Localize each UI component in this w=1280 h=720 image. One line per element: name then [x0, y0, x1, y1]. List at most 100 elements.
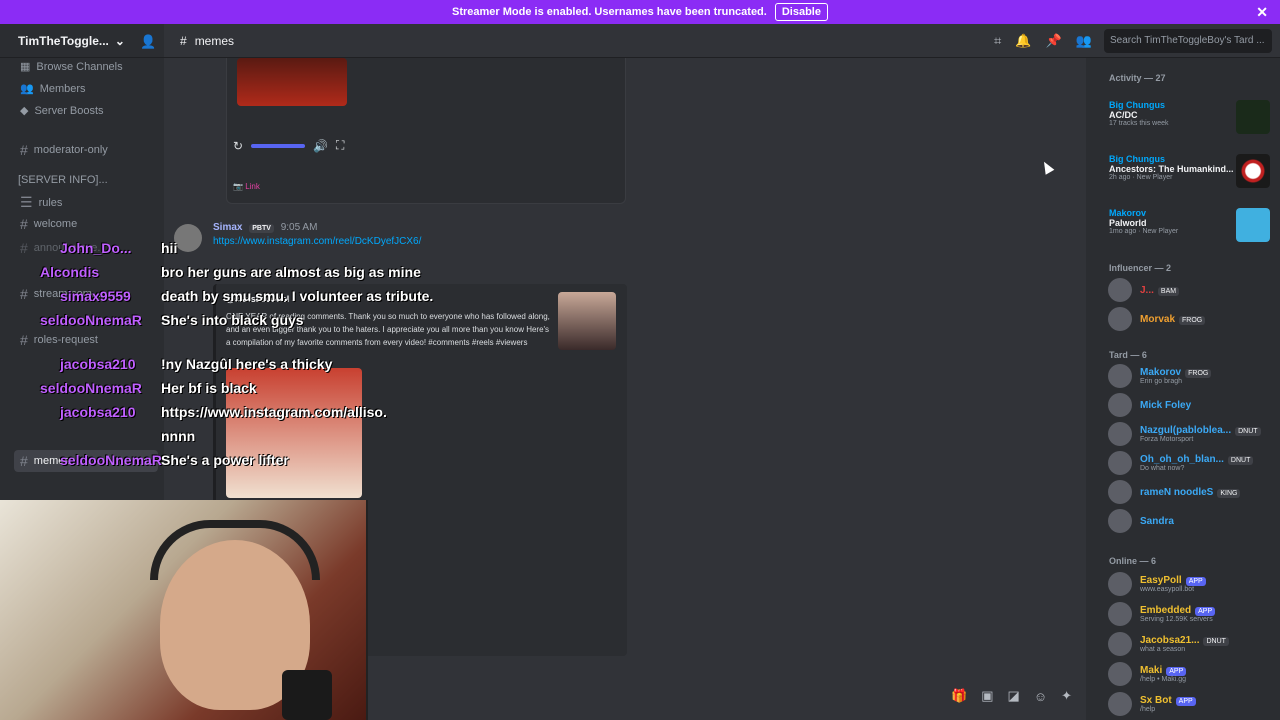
hash-icon: # — [20, 216, 28, 232]
gift-icon[interactable]: 🎁 — [951, 688, 967, 704]
sticker-icon[interactable]: ◪ — [1008, 688, 1020, 704]
member-item[interactable]: Oh_oh_oh_blan...DNUTDo what now? — [1108, 451, 1253, 475]
member-item[interactable]: J...BAM — [1108, 278, 1179, 302]
overlay-message: death by smu smu. I volunteer as tribute… — [161, 288, 433, 304]
overlay-username: Alcondis — [40, 264, 99, 280]
sidebar-item-boosts[interactable]: ◆Server Boosts — [20, 104, 104, 117]
avatar — [1108, 307, 1132, 331]
member-tag: APP — [1176, 697, 1196, 706]
channel-roles-request[interactable]: #roles-request — [20, 332, 98, 348]
page-title: memes — [195, 34, 234, 48]
message-author[interactable]: Simax PBTV 9:05 AM — [213, 222, 317, 233]
server-header[interactable]: TimTheToggle... ⌄ 👤 — [0, 24, 164, 58]
threads-icon[interactable]: ⌗ — [994, 33, 1001, 49]
rules-icon: ☰ — [20, 194, 33, 211]
influencer-header: Influencer — 2 — [1109, 263, 1171, 273]
emoji-icon[interactable]: ☺ — [1034, 689, 1047, 704]
channel-label: welcome — [34, 218, 77, 230]
channel-welcome[interactable]: # welcome — [20, 216, 77, 232]
gif-icon[interactable]: ▣ — [981, 688, 993, 704]
instagram-link[interactable]: 📷 Link — [233, 182, 260, 191]
volume-icon[interactable]: 🔊 — [313, 139, 328, 153]
member-tag: KING — [1217, 489, 1240, 498]
hash-icon: # — [180, 34, 187, 48]
member-tag: APP — [1195, 607, 1215, 616]
header-icons: ⌗ 🔔 📌 👥 — [994, 33, 1092, 49]
search-input[interactable]: Search TimTheToggleBoy's Tard ... — [1104, 29, 1272, 53]
activity-item[interactable]: Big ChungusAncestors: The Humankind...2h… — [1109, 154, 1234, 181]
member-item[interactable]: Sx Bot APP/help — [1108, 692, 1196, 716]
overlay-username: jacobsa210 — [60, 356, 136, 372]
streamer-mode-banner: Streamer Mode is enabled. Usernames have… — [0, 0, 1280, 24]
avatar[interactable] — [174, 224, 202, 252]
member-item[interactable]: MakorovFROGErin go bragh — [1108, 364, 1211, 388]
apps-icon[interactable]: ✦ — [1061, 688, 1072, 704]
hash-icon: # — [20, 453, 28, 469]
disable-button[interactable]: Disable — [775, 3, 828, 21]
member-item[interactable]: MakiAPP/help • Maki.gg — [1108, 662, 1186, 686]
replay-icon[interactable]: ↻ — [233, 139, 243, 153]
member-name: Sx Bot — [1140, 695, 1172, 706]
avatar — [1108, 509, 1132, 533]
members-icon[interactable]: 👥 — [1076, 33, 1092, 49]
activity-image — [1236, 100, 1270, 134]
member-item[interactable]: MorvakFROG — [1108, 307, 1205, 331]
activity-item[interactable]: Big ChungusAC/DC17 tracks this week — [1109, 100, 1169, 127]
member-name: EasyPoll — [1140, 575, 1182, 586]
boost-icon: ◆ — [20, 104, 28, 117]
member-tag: DNUT — [1228, 456, 1253, 465]
member-tag: FROG — [1185, 369, 1211, 378]
video-embed: ↻ 🔊 ⛶ 📷 Link — [226, 58, 626, 204]
category-server-info[interactable]: [SERVER INFO]... — [18, 174, 108, 186]
member-tag: FROG — [1179, 316, 1205, 325]
video-thumbnail[interactable] — [237, 58, 347, 106]
activity-header: Activity — 27 — [1109, 73, 1166, 83]
channel-rules[interactable]: ☰rules — [20, 194, 62, 211]
avatar — [1108, 632, 1132, 656]
member-item[interactable]: EmbeddedAPPServing 12.59K servers — [1108, 602, 1215, 626]
member-name: Makorov — [1140, 367, 1181, 378]
pin-icon[interactable]: 📌 — [1046, 33, 1062, 49]
member-item[interactable]: Sandra — [1108, 509, 1174, 533]
headset-icon — [150, 520, 320, 580]
overlay-username: seldooNnemaR — [40, 312, 142, 328]
overlay-message: She's a power lifter — [161, 452, 289, 468]
activity-image — [1236, 154, 1270, 188]
hash-icon: # — [20, 286, 28, 302]
member-item[interactable]: rameN noodleS KING — [1108, 480, 1240, 504]
embed-thumbnail[interactable] — [558, 292, 616, 350]
member-status: /help — [1140, 706, 1196, 713]
fullscreen-icon[interactable]: ⛶ — [336, 138, 344, 153]
overlay-username: seldooNnemaR — [60, 452, 162, 468]
overlay-username: simax9559 — [60, 288, 131, 304]
activity-image — [1236, 208, 1270, 242]
avatar — [1108, 692, 1132, 716]
member-tag: APP — [1166, 667, 1186, 676]
activity-title: AC/DC — [1109, 110, 1169, 120]
member-item[interactable]: Jacobsa21...DNUTwhat a season — [1108, 632, 1229, 656]
member-name: rameN noodleS — [1140, 487, 1213, 498]
message-link[interactable]: https://www.instagram.com/reel/DcKDyefJC… — [213, 236, 421, 247]
bell-icon[interactable]: 🔔 — [1015, 33, 1031, 49]
members-icon: 👥 — [20, 82, 34, 95]
avatar — [1108, 278, 1132, 302]
member-tag: DNUT — [1235, 427, 1260, 436]
sidebar-item-members[interactable]: 👥Members — [20, 82, 86, 95]
member-name: Embedded — [1140, 605, 1191, 616]
activity-item[interactable]: MakorovPalworld1mo ago · New Player — [1109, 208, 1178, 235]
member-item[interactable]: EasyPollAPPwww.easypoll.bot — [1108, 572, 1206, 596]
channel-moderator-only[interactable]: #moderator-only — [20, 142, 108, 158]
member-item[interactable]: Nazgul(pabloblea...DNUTForza Motorsport — [1108, 422, 1261, 446]
add-member-icon[interactable]: 👤 — [140, 34, 156, 50]
close-icon[interactable]: ✕ — [1256, 4, 1268, 21]
volume-slider[interactable] — [251, 144, 305, 148]
avatar — [1108, 662, 1132, 686]
overlay-message: Her bf is black — [161, 380, 257, 396]
member-item[interactable]: Mick Foley — [1108, 393, 1191, 417]
hash-icon: ▦ — [20, 60, 30, 73]
avatar — [1108, 364, 1132, 388]
overlay-message: !ny Nazgûl here's a thicky — [161, 356, 332, 372]
overlay-username: seldooNnemaR — [40, 380, 142, 396]
sidebar-item-browse[interactable]: ▦Browse Channels — [20, 60, 123, 73]
overlay-message: She's into black guys — [161, 312, 304, 328]
